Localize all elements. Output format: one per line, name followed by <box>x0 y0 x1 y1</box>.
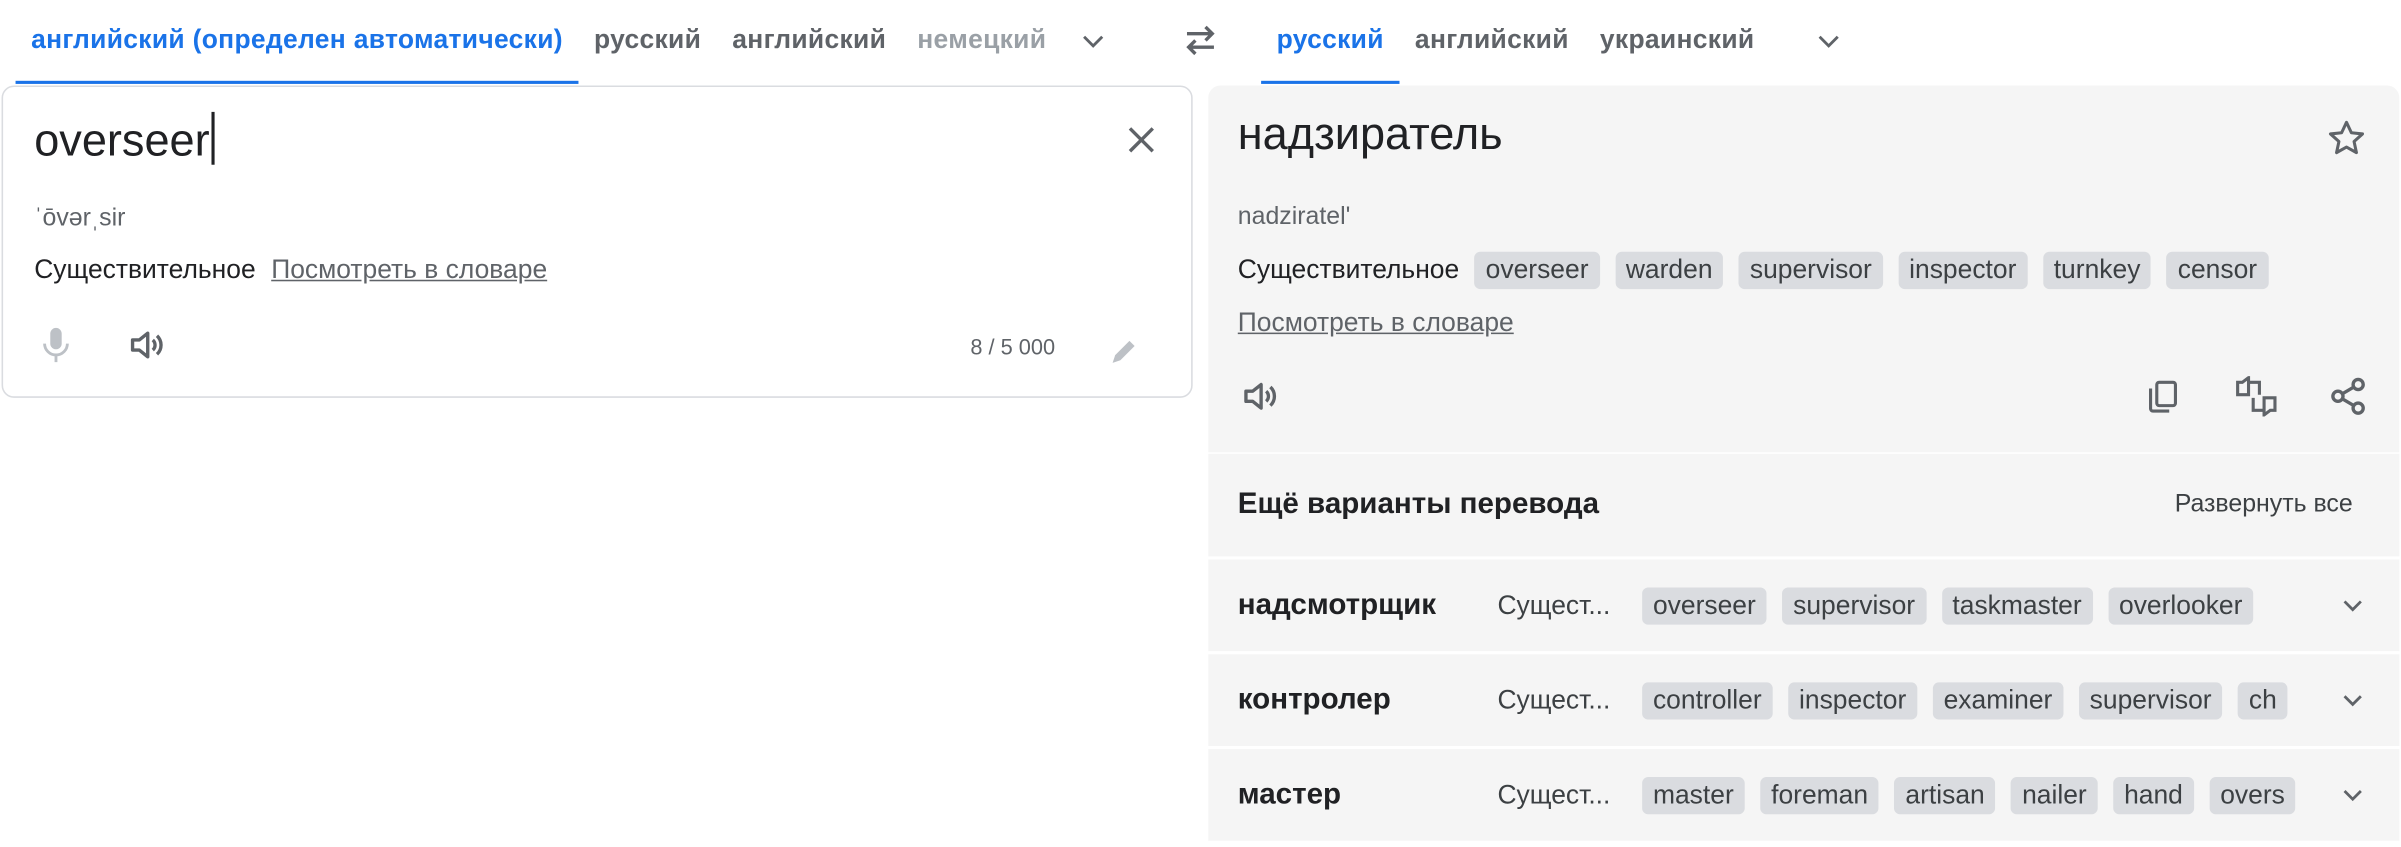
more-translations-header: Ещё варианты перевода Развернуть все <box>1208 453 2400 557</box>
row-expand-button[interactable] <box>2325 767 2381 823</box>
row-pos: Сущест... <box>1497 779 1611 809</box>
synonym-chip[interactable]: taskmaster <box>1941 586 2093 624</box>
more-translations-title: Ещё варианты перевода <box>1237 487 1600 521</box>
synonym-chip[interactable]: overs <box>2209 776 2296 814</box>
tab-source-german[interactable]: немецкий <box>902 0 1062 84</box>
synonym-chip[interactable]: examiner <box>1932 681 2064 719</box>
synonym-chip[interactable]: turnkey <box>2042 251 2152 290</box>
row-word: контролер <box>1237 683 1391 716</box>
synonym-chip[interactable]: supervisor <box>1738 251 1883 290</box>
synonym-chip[interactable]: overseer <box>1474 251 1600 290</box>
row-pos: Сущест... <box>1497 589 1611 620</box>
chevron-down-icon <box>1819 35 1840 48</box>
speaker-icon <box>1244 382 1277 410</box>
tab-target-ukrainian[interactable]: украинский <box>1584 0 1770 84</box>
target-more-languages-button[interactable] <box>1798 0 1860 84</box>
synonym-chip[interactable]: master <box>1642 776 1745 814</box>
feedback-icon <box>2236 376 2277 417</box>
translation-transliteration: nadziratel' <box>1237 203 1351 231</box>
feedback-button[interactable] <box>2225 365 2287 427</box>
source-text[interactable]: overseer <box>34 117 209 167</box>
row-chips: controller inspector examiner supervisor… <box>1642 681 2311 719</box>
chevron-down-icon <box>2343 789 2362 801</box>
row-word: мастер <box>1237 777 1342 811</box>
synonym-chip[interactable]: inspector <box>1898 251 2028 290</box>
synonym-chip[interactable]: artisan <box>1894 776 1996 814</box>
tab-target-english[interactable]: английский <box>1399 0 1584 84</box>
source-more-languages-button[interactable] <box>1062 0 1124 84</box>
translation-listen-button[interactable] <box>1230 365 1292 427</box>
translation-pos: Существительное <box>1237 254 1460 285</box>
source-pos-line: Существительное Посмотреть в словаре <box>34 255 547 286</box>
source-listen-button[interactable] <box>117 314 179 376</box>
row-chips: master foreman artisan nailer hand overs <box>1642 776 2311 814</box>
synonym-chip[interactable]: censor <box>2166 251 2268 290</box>
synonym-chip[interactable]: supervisor <box>2078 681 2223 719</box>
source-language-tabs: английский (определен автоматически) рус… <box>15 0 1125 84</box>
target-panel: надзиратель nadziratel' Существительное … <box>1208 85 2400 453</box>
voice-input-button[interactable] <box>25 314 87 376</box>
chevron-down-icon <box>1082 35 1104 48</box>
source-panel: overseer ˈōvərˌsir Существительное Посмо… <box>1 85 1193 398</box>
tab-source-detected[interactable]: английский (определен автоматически) <box>15 0 579 84</box>
save-translation-button[interactable] <box>2315 107 2377 169</box>
chevron-down-icon <box>2343 694 2362 706</box>
row-pos: Сущест... <box>1497 684 1611 715</box>
star-icon <box>2328 120 2365 155</box>
translation-row[interactable]: мастер Сущест... master foreman artisan … <box>1208 749 2400 841</box>
close-icon <box>1128 127 1154 153</box>
mic-icon <box>43 327 69 363</box>
synonym-chip[interactable]: hand <box>2113 776 2194 814</box>
synonym-chip[interactable]: foreman <box>1760 776 1879 814</box>
tab-source-russian[interactable]: русский <box>578 0 716 84</box>
synonym-chip[interactable]: inspector <box>1788 681 1918 719</box>
synonym-chip[interactable]: ch <box>2238 681 2288 719</box>
row-expand-button[interactable] <box>2325 672 2381 728</box>
synonym-chip[interactable]: overseer <box>1642 586 1767 624</box>
source-dictionary-link[interactable]: Посмотреть в словаре <box>271 255 547 286</box>
translation-row[interactable]: контролер Сущест... controller inspector… <box>1208 654 2400 746</box>
translation-text: надзиратель <box>1237 110 1503 161</box>
share-translation-button[interactable] <box>2317 365 2379 427</box>
source-transliteration: ˈōvərˌsir <box>34 205 126 232</box>
row-word: надсмотрщик <box>1237 588 1437 621</box>
clear-source-button[interactable] <box>1113 112 1169 168</box>
more-translations-section: Ещё варианты перевода Развернуть все над… <box>1208 453 2400 847</box>
target-language-tabs: русский английский украинский <box>1261 0 1860 84</box>
source-pos: Существительное <box>34 254 256 285</box>
text-caret <box>211 111 215 165</box>
copy-icon <box>2149 380 2177 413</box>
source-input[interactable]: overseer <box>34 111 215 168</box>
row-expand-button[interactable] <box>2325 577 2381 633</box>
row-chips: overseer supervisor taskmaster overlooke… <box>1642 586 2311 624</box>
copy-translation-button[interactable] <box>2132 365 2194 427</box>
synonym-chip[interactable]: controller <box>1642 681 1773 719</box>
handwriting-button[interactable] <box>1093 320 1155 382</box>
synonym-chip[interactable]: warden <box>1614 251 1724 290</box>
chevron-down-icon <box>2343 599 2362 611</box>
character-counter: 8 / 5 000 <box>970 334 1056 359</box>
expand-all-button[interactable]: Развернуть все <box>2175 491 2353 519</box>
translation-row[interactable]: надсмотрщик Сущест... overseer superviso… <box>1208 559 2400 652</box>
tab-source-english[interactable]: английский <box>717 0 902 84</box>
pencil-icon <box>1112 340 1135 363</box>
translation-pos-line: Существительное overseer warden supervis… <box>1237 251 2268 290</box>
synonym-chip[interactable]: overlooker <box>2108 586 2254 624</box>
share-icon <box>2331 377 2365 415</box>
speaker-icon <box>130 331 163 359</box>
synonym-chip[interactable]: nailer <box>2011 776 2098 814</box>
swap-languages-button[interactable] <box>1169 12 1231 68</box>
translation-dictionary-link[interactable]: Посмотреть в словаре <box>1238 308 1514 339</box>
swap-icon <box>1186 25 1215 56</box>
tab-target-russian[interactable]: русский <box>1261 0 1400 84</box>
synonym-chip[interactable]: supervisor <box>1782 586 1926 624</box>
